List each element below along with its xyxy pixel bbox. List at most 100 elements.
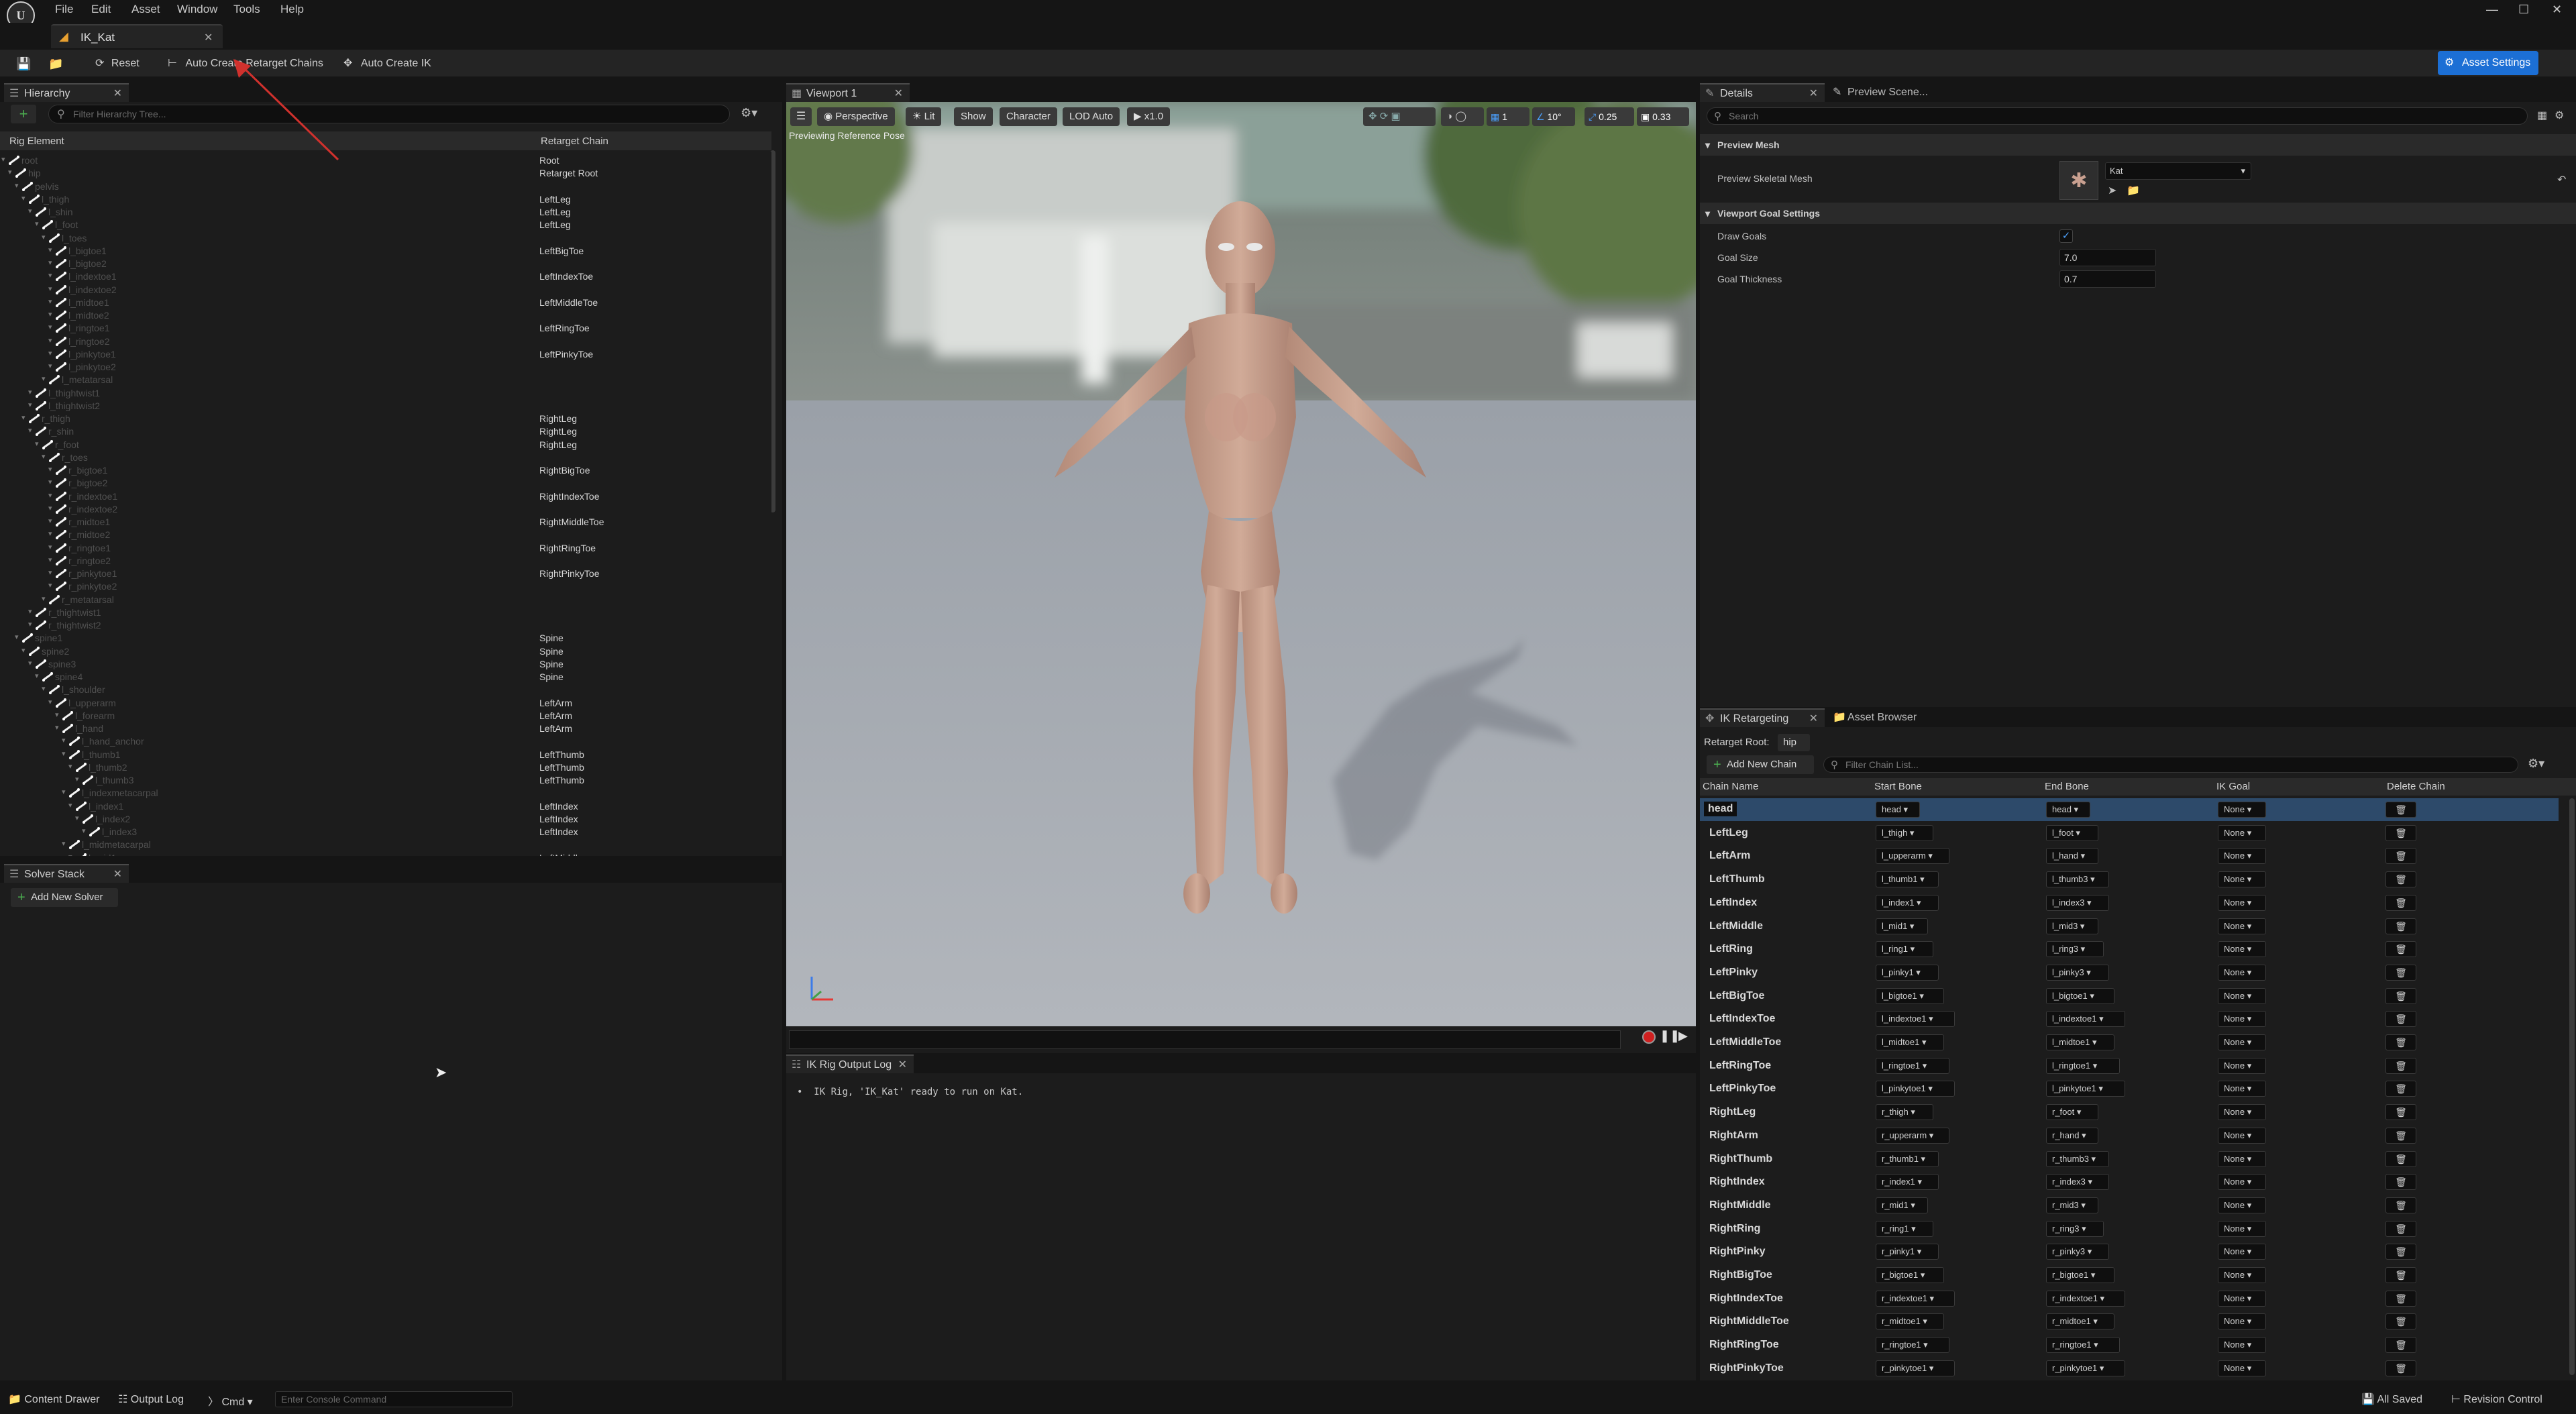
expand-arrow-icon[interactable]: ▾: [68, 762, 72, 771]
viewport-goal-settings-section[interactable]: ▾ Viewport Goal Settings: [1700, 203, 2576, 224]
preview-mesh-dropdown[interactable]: Kat ▾: [2105, 162, 2251, 180]
hierarchy-row[interactable]: ▾ r_ringtoe1 RightRingToe: [0, 542, 771, 555]
goal-size-input[interactable]: 7.0: [2059, 249, 2156, 266]
close-viewport-icon[interactable]: ✕: [894, 85, 903, 103]
delete-chain-icon[interactable]: 🗑: [2385, 941, 2416, 958]
chain-row[interactable]: LeftArm l_upperarm ▾ l_hand ▾ None ▾ 🗑: [1700, 845, 2559, 867]
start-bone-dropdown[interactable]: l_thumb1 ▾: [1876, 871, 1939, 888]
revision-control-button[interactable]: ⊢ Revision Control: [2451, 1393, 2542, 1406]
chain-name[interactable]: RightRing: [1709, 1223, 1760, 1235]
chain-name[interactable]: RightMiddle: [1709, 1199, 1771, 1211]
hierarchy-settings-icon[interactable]: ⚙▾: [741, 106, 757, 120]
expand-arrow-icon[interactable]: ▾: [28, 388, 32, 396]
chain-name[interactable]: RightThumb: [1709, 1153, 1772, 1165]
delete-chain-icon[interactable]: 🗑: [2385, 987, 2416, 1004]
hierarchy-row[interactable]: ▾ l_shoulder: [0, 684, 771, 696]
delete-chain-icon[interactable]: 🗑: [2385, 1174, 2416, 1191]
start-bone-dropdown[interactable]: r_thumb1 ▾: [1876, 1150, 1939, 1167]
hierarchy-row[interactable]: ▾ l_bigtoe1 LeftBigToe: [0, 245, 771, 258]
minimize-icon[interactable]: —: [2486, 3, 2498, 17]
expand-arrow-icon[interactable]: ▾: [21, 646, 25, 655]
chain-row[interactable]: RightMiddleToe r_midtoe1 ▾ r_midtoe1 ▾ None…: [1700, 1310, 2559, 1333]
hierarchy-row[interactable]: ▾ l_thightwist2: [0, 400, 771, 413]
record-icon[interactable]: [1642, 1030, 1656, 1044]
output-log-button[interactable]: ☷ Output Log: [118, 1393, 184, 1406]
expand-arrow-icon[interactable]: ▾: [48, 529, 52, 538]
chain-row[interactable]: RightArm r_upperarm ▾ r_hand ▾ None ▾ 🗑: [1700, 1124, 2559, 1147]
ik-goal-dropdown[interactable]: None ▾: [2218, 824, 2266, 841]
end-bone-dropdown[interactable]: r_hand ▾: [2046, 1127, 2098, 1144]
hierarchy-row[interactable]: ▾ l_thumb2 LeftThumb: [0, 761, 771, 774]
hierarchy-row[interactable]: ▾ r_foot RightLeg: [0, 439, 771, 451]
expand-arrow-icon[interactable]: ▾: [48, 310, 52, 319]
expand-arrow-icon[interactable]: ▾: [35, 671, 39, 680]
chain-name[interactable]: LeftArm: [1709, 850, 1750, 862]
chain-row[interactable]: RightMiddle r_mid1 ▾ r_mid3 ▾ None ▾ 🗑: [1700, 1194, 2559, 1217]
chain-row[interactable]: LeftPinky l_pinky1 ▾ l_pinky3 ▾ None ▾ 🗑: [1700, 961, 2559, 984]
delete-chain-icon[interactable]: 🗑: [2385, 1244, 2416, 1260]
expand-arrow-icon[interactable]: ▾: [35, 219, 39, 228]
hierarchy-row[interactable]: ▾ r_indextoe2: [0, 503, 771, 516]
add-element-button[interactable]: +: [11, 105, 36, 123]
start-bone-dropdown[interactable]: l_upperarm ▾: [1876, 848, 1949, 865]
chain-row[interactable]: LeftRingToe l_ringtoe1 ▾ l_ringtoe1 ▾ None …: [1700, 1054, 2559, 1077]
chain-row[interactable]: LeftIndexToe l_indextoe1 ▾ l_indextoe1 ▾ No…: [1700, 1008, 2559, 1030]
expand-arrow-icon[interactable]: ▾: [48, 246, 52, 254]
retarget-root-value[interactable]: hip: [1778, 734, 1810, 751]
expand-arrow-icon[interactable]: ▾: [55, 710, 59, 719]
hierarchy-row[interactable]: ▾ l_index1 LeftIndex: [0, 800, 771, 813]
mesh-thumbnail[interactable]: ✱: [2059, 161, 2098, 200]
end-bone-dropdown[interactable]: l_mid3 ▾: [2046, 918, 2098, 934]
hierarchy-row[interactable]: ▾ r_thightwist2: [0, 619, 771, 632]
end-bone-dropdown[interactable]: l_ringtoe1 ▾: [2046, 1057, 2120, 1074]
menu-tools[interactable]: Tools: [233, 3, 260, 16]
hierarchy-row[interactable]: ▾ pelvis: [0, 180, 771, 193]
hierarchy-row[interactable]: ▾ r_shin RightLeg: [0, 425, 771, 438]
hierarchy-row[interactable]: ▾ l_thightwist1: [0, 387, 771, 400]
hierarchy-row[interactable]: ▾ l_thigh LeftLeg: [0, 193, 771, 206]
ik-goal-dropdown[interactable]: None ▾: [2218, 1360, 2266, 1376]
chain-row[interactable]: RightRing r_ring1 ▾ r_ring3 ▾ None ▾ 🗑: [1700, 1217, 2559, 1240]
ik-goal-dropdown[interactable]: None ▾: [2218, 1034, 2266, 1050]
chain-name[interactable]: head: [1704, 802, 1737, 816]
start-bone-dropdown[interactable]: l_pinkytoe1 ▾: [1876, 1081, 1955, 1097]
delete-chain-icon[interactable]: 🗑: [2385, 1360, 2416, 1376]
delete-chain-icon[interactable]: 🗑: [2385, 848, 2416, 865]
save-icon[interactable]: 💾: [16, 55, 31, 72]
ik-goal-dropdown[interactable]: None ▾: [2218, 1220, 2266, 1237]
chain-name[interactable]: RightRingToe: [1709, 1339, 1779, 1351]
expand-arrow-icon[interactable]: ▾: [48, 478, 52, 486]
expand-arrow-icon[interactable]: ▾: [42, 594, 46, 603]
asset-browser-tab[interactable]: 📁 Asset Browser: [1831, 708, 1917, 727]
all-saved-status[interactable]: 💾 All Saved: [2361, 1393, 2422, 1406]
hierarchy-row[interactable]: ▾ l_upperarm LeftArm: [0, 697, 771, 710]
end-bone-dropdown[interactable]: r_index3 ▾: [2046, 1174, 2109, 1191]
grid-snap-button[interactable]: ▦ 1: [1487, 107, 1529, 126]
start-bone-dropdown[interactable]: l_indextoe1 ▾: [1876, 1011, 1955, 1028]
details-settings-icon[interactable]: ⚙: [2555, 109, 2564, 122]
delete-chain-icon[interactable]: 🗑: [2385, 1267, 2416, 1283]
end-bone-dropdown[interactable]: l_hand ▾: [2046, 848, 2098, 865]
expand-arrow-icon[interactable]: ▾: [62, 736, 66, 745]
close-hierarchy-icon[interactable]: ✕: [113, 85, 122, 103]
expand-arrow-icon[interactable]: ▾: [48, 271, 52, 280]
auto-create-ik-button[interactable]: ✥ Auto Create IK: [343, 55, 431, 72]
expand-arrow-icon[interactable]: ▾: [28, 426, 32, 435]
expand-arrow-icon[interactable]: ▾: [48, 336, 52, 345]
chain-name[interactable]: RightIndexToe: [1709, 1293, 1783, 1305]
chain-list-scrollbar[interactable]: [2569, 798, 2575, 1375]
ik-goal-dropdown[interactable]: None ▾: [2218, 802, 2266, 818]
show-button[interactable]: Show: [954, 107, 993, 126]
end-bone-dropdown[interactable]: r_indextoe1 ▾: [2046, 1290, 2125, 1307]
delete-chain-icon[interactable]: 🗑: [2385, 1057, 2416, 1074]
step-forward-icon[interactable]: ▶: [1678, 1029, 1688, 1043]
expand-arrow-icon[interactable]: ▾: [68, 853, 72, 857]
asset-settings-button[interactable]: ⚙ Asset Settings: [2438, 51, 2538, 75]
start-bone-dropdown[interactable]: r_ring1 ▾: [1876, 1220, 1933, 1237]
hierarchy-row[interactable]: ▾ l_bigtoe2: [0, 258, 771, 270]
ik-goal-dropdown[interactable]: None ▾: [2218, 1197, 2266, 1213]
ik-goal-dropdown[interactable]: None ▾: [2218, 918, 2266, 934]
menu-edit[interactable]: Edit: [91, 3, 111, 16]
delete-chain-icon[interactable]: 🗑: [2385, 1313, 2416, 1330]
chain-row[interactable]: RightIndexToe r_indextoe1 ▾ r_indextoe1 ▾ N…: [1700, 1287, 2559, 1310]
